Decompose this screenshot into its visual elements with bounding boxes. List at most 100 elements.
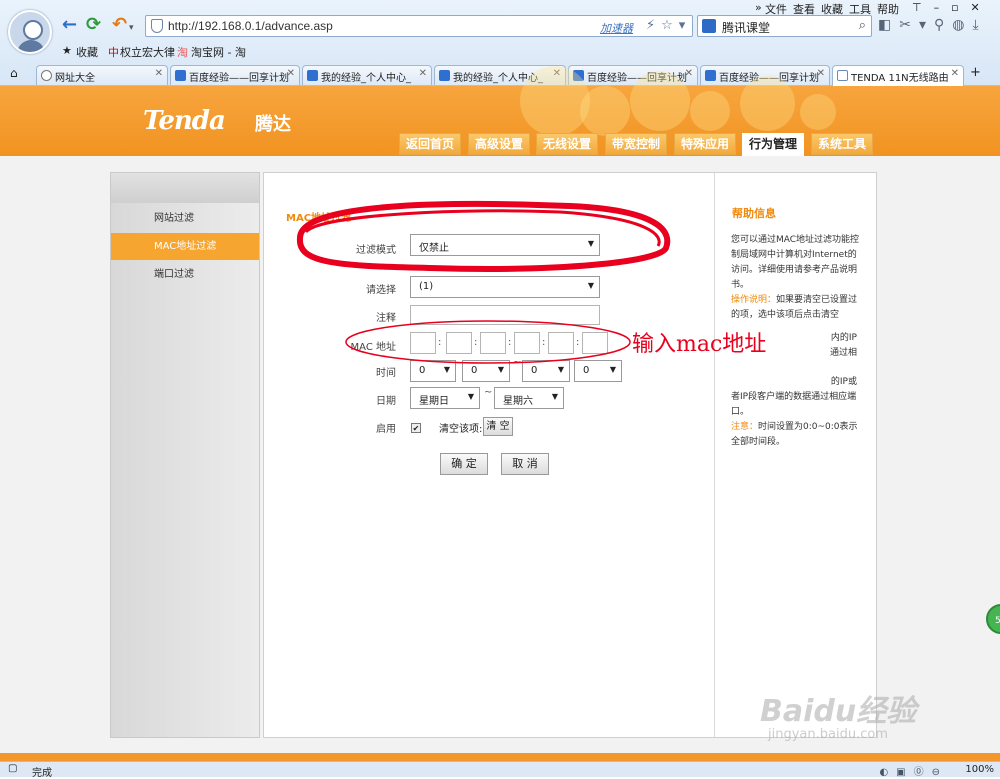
tab-close-icon[interactable]: ✕ [155,68,163,79]
sidebar-item-website-filter[interactable]: 网站过滤 [111,205,259,232]
chevron-down-icon: ▼ [443,365,450,374]
page-status-icon: ▢ [8,763,18,774]
decor-bubble [520,66,590,136]
choose-label: 请选择 [366,285,396,296]
tab-home[interactable]: 返回首页 [399,133,461,155]
tab-label: 我的经验_个人中心_ [321,73,411,84]
filter-mode-select[interactable]: 仅禁止 ▼ [410,234,600,256]
date-to-select[interactable]: 星期六 ▼ [494,387,564,409]
mac-octet-4[interactable] [514,332,540,354]
mac-separator: : [474,337,478,348]
mac-octet-3[interactable] [480,332,506,354]
time-separator: ~ [513,357,522,368]
undo-icon[interactable]: ↶ [112,15,127,35]
tab-system[interactable]: 系统工具 [811,133,873,155]
mac-address-label: MAC 地址 [350,342,396,353]
rule-select[interactable]: (1) ▼ [410,276,600,298]
mac-octet-1[interactable] [410,332,436,354]
search-icon[interactable]: ⌕ [859,18,866,33]
search-engine-icon[interactable] [702,19,716,33]
tab-3[interactable]: 我的经验_个人中心_ ✕ [302,65,432,85]
tab-wireless[interactable]: 无线设置 [536,133,598,155]
window-controls[interactable]: ⊤–▫✕ [912,1,992,14]
favorites-star-icon: ★ [62,44,72,57]
time-start-minute[interactable]: 0 ▼ [462,360,510,382]
menu-favorites[interactable]: 收藏 [821,1,843,17]
menu-file[interactable]: 文件 [765,1,787,17]
menu-view[interactable]: 查看 [793,1,815,17]
tab-active[interactable]: TENDA 11N无线路由 ✕ [832,65,964,86]
comment-input[interactable] [410,305,600,325]
annotation-text: 输入mac地址 [632,332,767,357]
search-input[interactable]: 腾讯课堂 [722,19,770,36]
help-operation: 操作说明：如果要清空已设置过的项，选中该项后点击清空 [731,293,863,323]
menu-help[interactable]: 帮助 [877,1,899,17]
toolbar-icons[interactable]: ◧✂▾⚲◍⤓ [878,17,987,33]
tab-label: 网址大全 [55,73,95,84]
ok-button[interactable]: 确 定 [440,453,488,475]
tab-advanced[interactable]: 高级设置 [468,133,530,155]
favorite-site-icon: 中 [108,46,119,59]
favorites-link[interactable]: 收藏 [76,44,98,60]
tab-1[interactable]: 网址大全 ✕ [36,65,168,85]
sidebar: 网站过滤 MAC地址过滤 端口过滤 [110,172,260,738]
back-arrow-icon[interactable]: ← [62,15,77,35]
date-label: 日期 [376,396,396,407]
cancel-button[interactable]: 取 消 [501,453,549,475]
chevron-down-icon: ▼ [497,365,504,374]
status-icons[interactable]: ◐▣⓪⊖ [879,763,948,778]
help-fragment: 的IP或 [830,377,857,387]
security-shield-icon [151,19,163,33]
decor-bubble [690,91,730,131]
enable-checkbox[interactable]: ✔ [411,423,421,433]
taobao-icon: 淘 [177,46,188,59]
time-end-hour[interactable]: 0 ▼ [522,360,570,382]
accelerator-link[interactable]: 加速器 [600,20,633,36]
tab-close-icon[interactable]: ✕ [287,68,295,79]
mac-octet-5[interactable] [548,332,574,354]
tab-bandwidth[interactable]: 带宽控制 [605,133,667,155]
home-icon[interactable]: ⌂ [10,66,18,80]
tab-close-icon[interactable]: ✕ [817,68,825,79]
sidebar-item-mac-filter[interactable]: MAC地址过滤 [111,233,259,260]
tenda-logo: Tenda [143,106,226,136]
search-box[interactable]: 腾讯课堂 ⌕ [697,15,872,37]
sidebar-item-port-filter[interactable]: 端口过滤 [111,261,259,288]
tab-close-icon[interactable]: ✕ [419,68,427,79]
tab-behavior[interactable]: 行为管理 [742,133,804,157]
date-from-select[interactable]: 星期日 ▼ [410,387,480,409]
user-avatar[interactable] [8,10,52,54]
new-tab-icon[interactable]: + [970,65,981,80]
bookmark-star-icon[interactable]: ⚡☆▾ [646,18,691,33]
enable-label: 启用 [376,424,396,435]
decor-bubble [580,86,630,136]
mac-octet-2[interactable] [446,332,472,354]
panel-divider [714,173,715,737]
menu-tools[interactable]: 工具 [849,1,871,17]
tab-2[interactable]: 百度经验——回享计划 ✕ [170,65,300,85]
tab-close-icon[interactable]: ✕ [951,68,959,79]
refresh-icon[interactable]: ⟳ [86,15,101,35]
favorite-item-2[interactable]: 淘宝网 - 淘 [191,44,246,60]
menu-arrow-icon: » [755,1,762,14]
main-panel: MAC地址过滤 过滤模式 仅禁止 ▼ 请选择 (1) ▼ 注释 MAC 地址 :… [263,172,877,738]
help-operation-label: 操作说明： [731,295,777,305]
clear-button[interactable]: 清 空 [483,417,513,436]
time-start-hour[interactable]: 0 ▼ [410,360,456,382]
globe-icon [41,70,52,81]
tab-label: 百度经验——回享计划 [189,73,289,84]
tab-special[interactable]: 特殊应用 [674,133,736,155]
chevron-down-icon: ▼ [551,392,558,401]
rule-value: (1) [419,281,434,292]
mac-octet-6[interactable] [582,332,608,354]
time-end-minute[interactable]: 0 ▼ [574,360,622,382]
address-bar[interactable]: http://192.168.0.1/advance.asp 加速器 ⚡☆▾ [145,15,693,37]
favorite-item-1[interactable]: 权立宏大律 [120,44,175,60]
help-fragment: 者IP段客户端的数据通过相应端口。 [731,392,857,417]
url-text[interactable]: http://192.168.0.1/advance.asp [168,19,333,33]
status-bar: ▢ 完成 ◐▣⓪⊖ 100% [0,761,1000,779]
history-dropdown-icon[interactable]: ▾ [129,18,134,38]
tab-close-icon[interactable]: ✕ [685,68,693,79]
date-to-value: 星期六 [503,396,533,407]
zoom-level[interactable]: 100% [965,764,994,775]
